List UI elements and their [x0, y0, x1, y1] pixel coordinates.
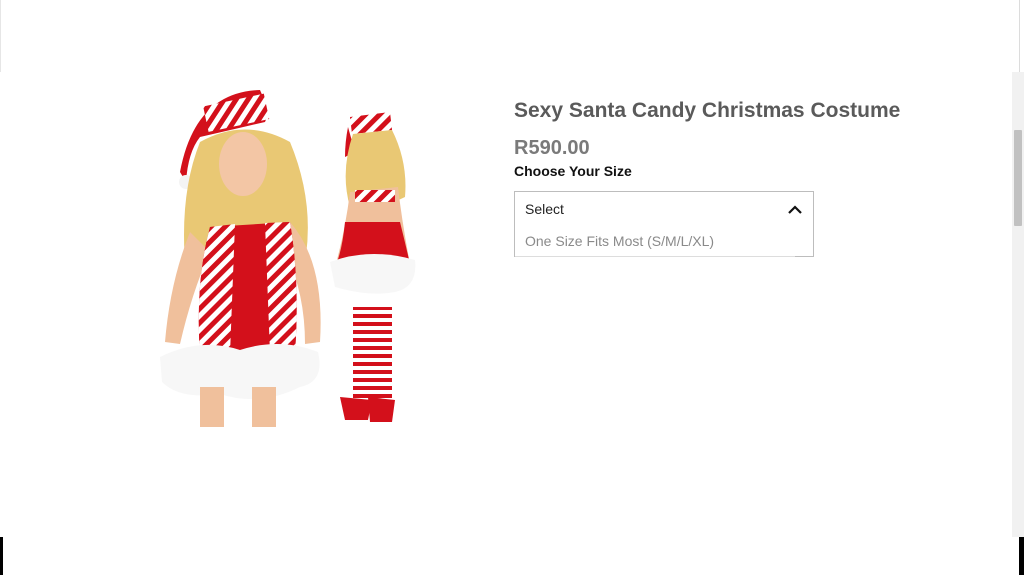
dropdown-divider — [515, 256, 795, 257]
size-select-value: Select — [525, 201, 564, 217]
size-label: Choose Your Size — [514, 163, 632, 179]
size-select-header[interactable]: Select — [515, 192, 813, 226]
chevron-up-icon[interactable] — [787, 203, 803, 217]
bottom-left-edge — [0, 537, 3, 575]
window-edge-top-left — [0, 0, 1, 72]
scrollbar-thumb[interactable] — [1014, 130, 1022, 226]
window-edge-top-right — [1019, 0, 1020, 72]
bottom-right-edge — [1019, 537, 1024, 575]
size-select[interactable]: Select One Size Fits Most (S/M/L/XL) — [514, 191, 814, 257]
vertical-scrollbar[interactable] — [1012, 72, 1024, 537]
product-title: Sexy Santa Candy Christmas Costume — [514, 99, 901, 122]
product-price: R590.00 — [514, 137, 590, 159]
product-image[interactable] — [140, 82, 430, 432]
bottom-bar — [0, 537, 1024, 575]
size-option-one-size[interactable]: One Size Fits Most (S/M/L/XL) — [525, 233, 714, 249]
